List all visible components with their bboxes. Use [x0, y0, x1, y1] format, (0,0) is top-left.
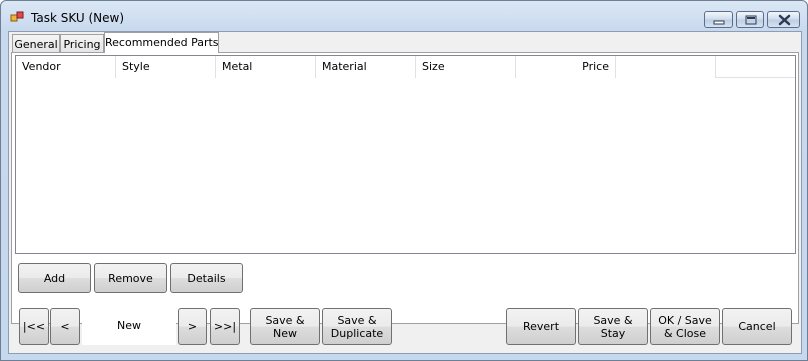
save-and-duplicate-button[interactable]: Save & Duplicate	[322, 308, 392, 345]
record-position-field[interactable]: New	[82, 307, 176, 345]
next-record-button[interactable]: >	[178, 308, 207, 345]
first-record-button[interactable]: |<<	[19, 308, 49, 345]
grid-header: Vendor Style Metal Material Size Price	[16, 56, 795, 78]
column-style[interactable]: Style	[116, 56, 216, 78]
task-sku-window: Task SKU (New) General Pricing Recommend…	[0, 0, 808, 361]
save-and-stay-button[interactable]: Save & Stay	[578, 308, 648, 345]
column-metal[interactable]: Metal	[216, 56, 316, 78]
tab-general[interactable]: General	[12, 34, 60, 53]
maximize-icon	[745, 15, 757, 25]
revert-button[interactable]: Revert	[506, 308, 576, 345]
window-title: Task SKU (New)	[31, 11, 125, 25]
cancel-button[interactable]: Cancel	[722, 308, 792, 345]
column-blank	[616, 56, 716, 78]
form-client-area: General Pricing Recommended Parts Vendor…	[8, 31, 802, 354]
maximize-button[interactable]	[736, 11, 764, 28]
tab-recommended-parts[interactable]: Recommended Parts	[104, 32, 219, 53]
column-size[interactable]: Size	[416, 56, 516, 78]
column-vendor[interactable]: Vendor	[16, 56, 116, 78]
close-icon	[778, 14, 791, 26]
close-button[interactable]	[767, 11, 800, 28]
recommended-parts-grid[interactable]: Vendor Style Metal Material Size Price	[15, 55, 796, 254]
previous-record-button[interactable]: <	[50, 308, 80, 345]
column-price[interactable]: Price	[516, 56, 616, 78]
last-record-button[interactable]: >>|	[210, 308, 240, 345]
column-material[interactable]: Material	[316, 56, 416, 78]
details-button[interactable]: Details	[170, 263, 243, 293]
minimize-button[interactable]	[704, 11, 733, 28]
save-and-new-button[interactable]: Save & New	[250, 308, 320, 345]
tab-pricing[interactable]: Pricing	[60, 34, 104, 53]
remove-button[interactable]: Remove	[94, 263, 167, 293]
ok-save-close-button[interactable]: OK / Save & Close	[650, 308, 720, 345]
add-button[interactable]: Add	[18, 263, 91, 293]
recommended-parts-panel: Vendor Style Metal Material Size Price A…	[11, 52, 799, 324]
minimize-icon	[713, 20, 725, 25]
app-form-icon	[10, 11, 24, 23]
title-bar[interactable]: Task SKU (New)	[1, 1, 807, 31]
